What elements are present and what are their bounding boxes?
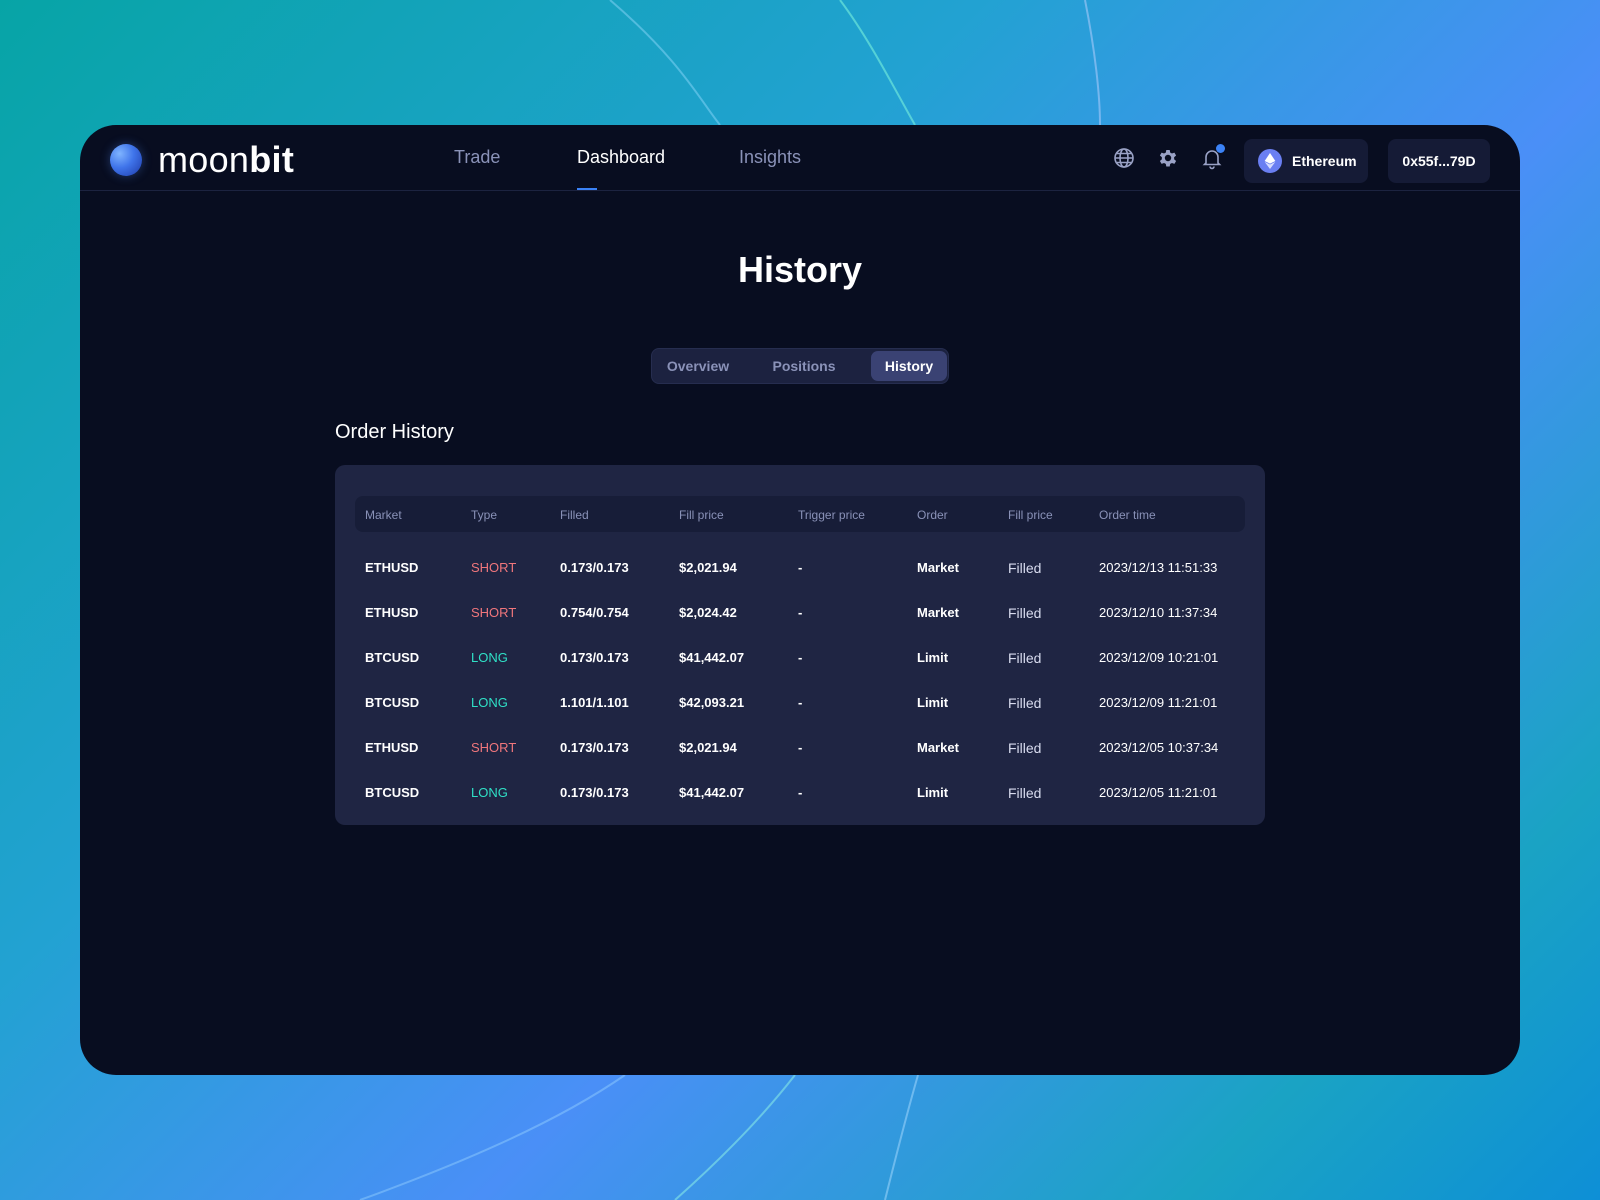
cell-order-time: 2023/12/09 10:21:01 bbox=[1099, 650, 1219, 665]
cell-status: Filled bbox=[1008, 785, 1042, 801]
cell-order-time: 2023/12/10 11:37:34 bbox=[1099, 605, 1218, 620]
cell-order-time: 2023/12/13 11:51:33 bbox=[1099, 560, 1218, 575]
cell-order-time: 2023/12/05 10:37:34 bbox=[1099, 740, 1219, 755]
logo-wordmark: moonbit bbox=[158, 139, 295, 180]
bell-icon[interactable] bbox=[1200, 144, 1225, 170]
cell-type: LONG bbox=[471, 650, 508, 665]
cell-fill-price: $2,024.42 bbox=[679, 605, 737, 620]
column-header-filled[interactable]: Filled bbox=[560, 508, 589, 522]
cell-order: Market bbox=[917, 740, 959, 755]
table-row[interactable]: ETHUSD SHORT 0.173/0.173 $2,021.94 - Mar… bbox=[355, 736, 1245, 760]
network-selector-button[interactable]: Ethereum bbox=[1244, 139, 1368, 183]
cell-order-time: 2023/12/09 11:21:01 bbox=[1099, 695, 1218, 710]
cell-fill-price: $42,093.21 bbox=[679, 695, 745, 710]
table-row[interactable]: BTCUSD LONG 1.101/1.101 $42,093.21 - Lim… bbox=[355, 691, 1245, 715]
cell-order-time: 2023/12/05 11:21:01 bbox=[1099, 785, 1218, 800]
table-header: Market Type Filled Fill price Trigger pr… bbox=[355, 496, 1245, 532]
page-title: History bbox=[737, 249, 863, 290]
column-header-order-time[interactable]: Order time bbox=[1099, 508, 1156, 522]
table-row[interactable]: ETHUSD SHORT 0.754/0.754 $2,024.42 - Mar… bbox=[355, 601, 1245, 625]
cell-type: SHORT bbox=[471, 605, 517, 620]
order-history-table: Market Type Filled Fill price Trigger pr… bbox=[335, 465, 1265, 825]
nav-dashboard[interactable]: Dashboard bbox=[577, 147, 665, 168]
cell-filled: 0.173/0.173 bbox=[560, 740, 629, 755]
cell-order: Limit bbox=[917, 695, 949, 710]
cell-filled: 0.173/0.173 bbox=[560, 650, 629, 665]
ethereum-icon bbox=[1258, 149, 1282, 173]
cell-trigger-price: - bbox=[798, 740, 803, 755]
cell-fill-price: $41,442.07 bbox=[679, 785, 745, 800]
column-header-trigger-price[interactable]: Trigger price bbox=[798, 508, 865, 522]
table-row[interactable]: BTCUSD LONG 0.173/0.173 $41,442.07 - Lim… bbox=[355, 646, 1245, 670]
tab-overview[interactable]: Overview bbox=[656, 351, 740, 381]
cell-status: Filled bbox=[1008, 740, 1042, 756]
table-row[interactable]: ETHUSD SHORT 0.173/0.173 $2,021.94 - Mar… bbox=[355, 556, 1245, 580]
cell-order: Market bbox=[917, 560, 959, 575]
column-header-type[interactable]: Type bbox=[471, 508, 497, 522]
cell-filled: 0.754/0.754 bbox=[560, 605, 629, 620]
cell-order: Market bbox=[917, 605, 959, 620]
cell-trigger-price: - bbox=[798, 650, 803, 665]
nav-insights[interactable]: Insights bbox=[739, 147, 801, 168]
cell-trigger-price: - bbox=[798, 695, 803, 710]
app-window: moonbit Trade Dashboard Insights Ethereu… bbox=[80, 125, 1520, 1075]
cell-market: BTCUSD bbox=[365, 650, 420, 665]
cell-status: Filled bbox=[1008, 650, 1042, 666]
wallet-address-button[interactable]: 0x55f...79D bbox=[1388, 139, 1490, 183]
globe-icon[interactable] bbox=[1112, 146, 1136, 170]
column-header-market[interactable]: Market bbox=[365, 508, 402, 522]
table-row[interactable]: BTCUSD LONG 0.173/0.173 $41,442.07 - Lim… bbox=[355, 781, 1245, 805]
column-header-fill-price[interactable]: Fill price bbox=[679, 508, 724, 522]
cell-type: SHORT bbox=[471, 560, 517, 575]
cell-trigger-price: - bbox=[798, 785, 803, 800]
tab-positions[interactable]: Positions bbox=[762, 351, 846, 381]
cell-filled: 0.173/0.173 bbox=[560, 785, 629, 800]
cell-filled: 0.173/0.173 bbox=[560, 560, 629, 575]
cell-trigger-price: - bbox=[798, 560, 803, 575]
cell-order: Limit bbox=[917, 650, 949, 665]
cell-type: LONG bbox=[471, 695, 508, 710]
cell-trigger-price: - bbox=[798, 605, 803, 620]
cell-order: Limit bbox=[917, 785, 949, 800]
gear-icon[interactable] bbox=[1156, 146, 1180, 170]
tab-history[interactable]: History bbox=[871, 351, 947, 381]
top-navbar: moonbit Trade Dashboard Insights Ethereu… bbox=[80, 125, 1520, 191]
cell-status: Filled bbox=[1008, 560, 1042, 576]
cell-market: ETHUSD bbox=[365, 560, 419, 575]
cell-filled: 1.101/1.101 bbox=[560, 695, 629, 710]
cell-type: SHORT bbox=[471, 740, 517, 755]
dashboard-tabs: Overview Positions History bbox=[651, 348, 949, 384]
network-label: Ethereum bbox=[1292, 153, 1357, 169]
logo[interactable]: moonbit bbox=[110, 142, 294, 178]
notification-dot bbox=[1216, 144, 1225, 153]
cell-market: BTCUSD bbox=[365, 785, 420, 800]
cell-fill-price: $41,442.07 bbox=[679, 650, 745, 665]
cell-status: Filled bbox=[1008, 695, 1042, 711]
nav-trade[interactable]: Trade bbox=[454, 147, 500, 168]
column-header-status[interactable]: Fill price bbox=[1008, 508, 1053, 522]
cell-market: ETHUSD bbox=[365, 605, 419, 620]
cell-fill-price: $2,021.94 bbox=[679, 560, 737, 575]
cell-type: LONG bbox=[471, 785, 508, 800]
column-header-order[interactable]: Order bbox=[917, 508, 948, 522]
moon-logo-icon bbox=[110, 144, 142, 176]
cell-market: BTCUSD bbox=[365, 695, 420, 710]
nav-active-indicator bbox=[577, 188, 597, 190]
cell-fill-price: $2,021.94 bbox=[679, 740, 737, 755]
cell-market: ETHUSD bbox=[365, 740, 419, 755]
cell-status: Filled bbox=[1008, 605, 1042, 621]
section-title: Order History bbox=[335, 421, 454, 443]
